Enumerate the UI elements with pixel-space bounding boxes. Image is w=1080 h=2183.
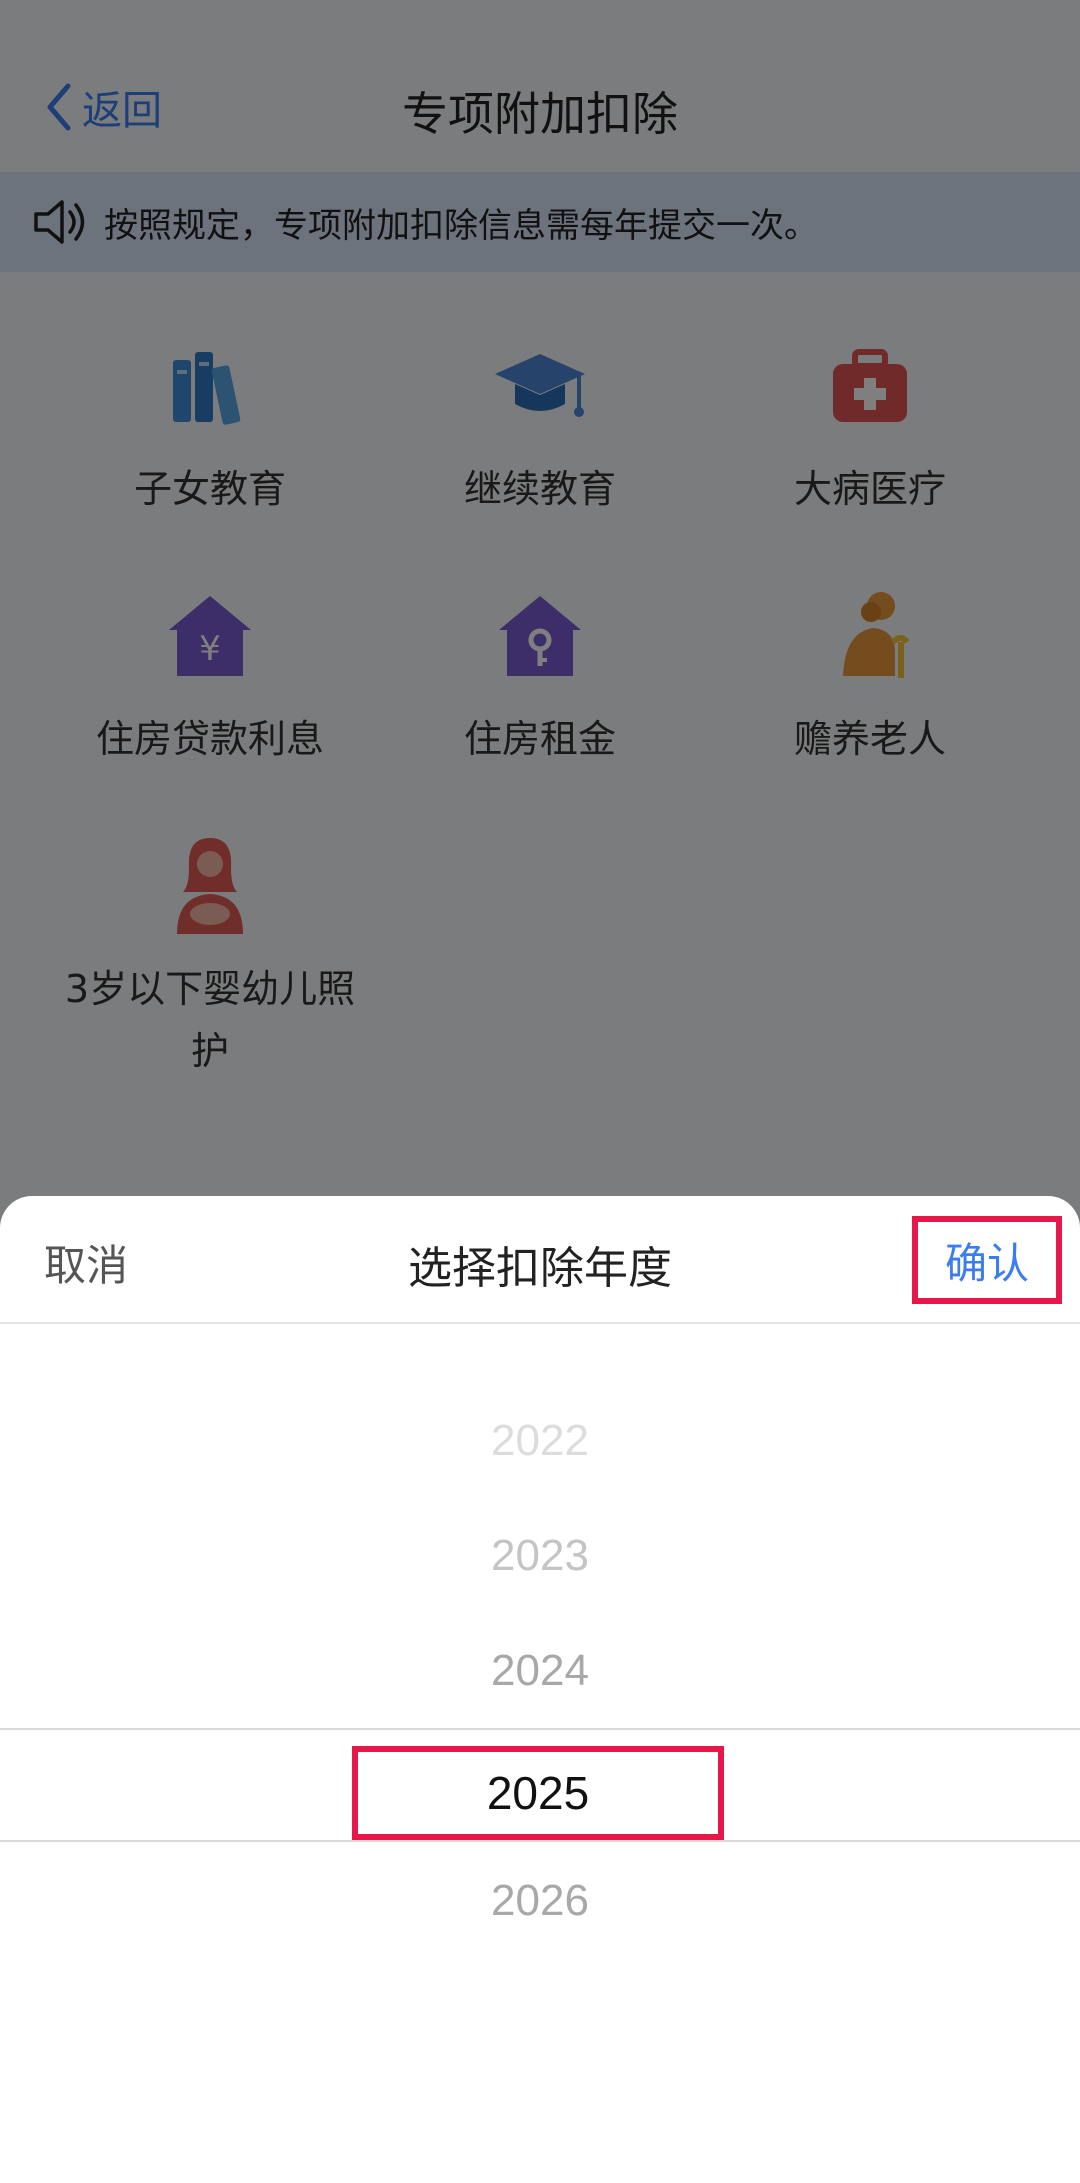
selected-year[interactable]: 2025	[352, 1746, 724, 1840]
year-option[interactable]: 2026	[0, 1876, 1080, 1926]
year-option[interactable]: 2024	[0, 1646, 1080, 1696]
year-option[interactable]: 2022	[0, 1416, 1080, 1466]
year-picker-sheet: 取消 选择扣除年度 确认 2022 2023 2024 2026	[0, 1196, 1080, 2183]
cancel-button[interactable]: 取消	[44, 1232, 128, 1293]
sheet-header: 取消 选择扣除年度 确认	[0, 1196, 1080, 1324]
confirm-button[interactable]: 确认	[912, 1216, 1062, 1304]
year-option[interactable]: 2023	[0, 1531, 1080, 1581]
